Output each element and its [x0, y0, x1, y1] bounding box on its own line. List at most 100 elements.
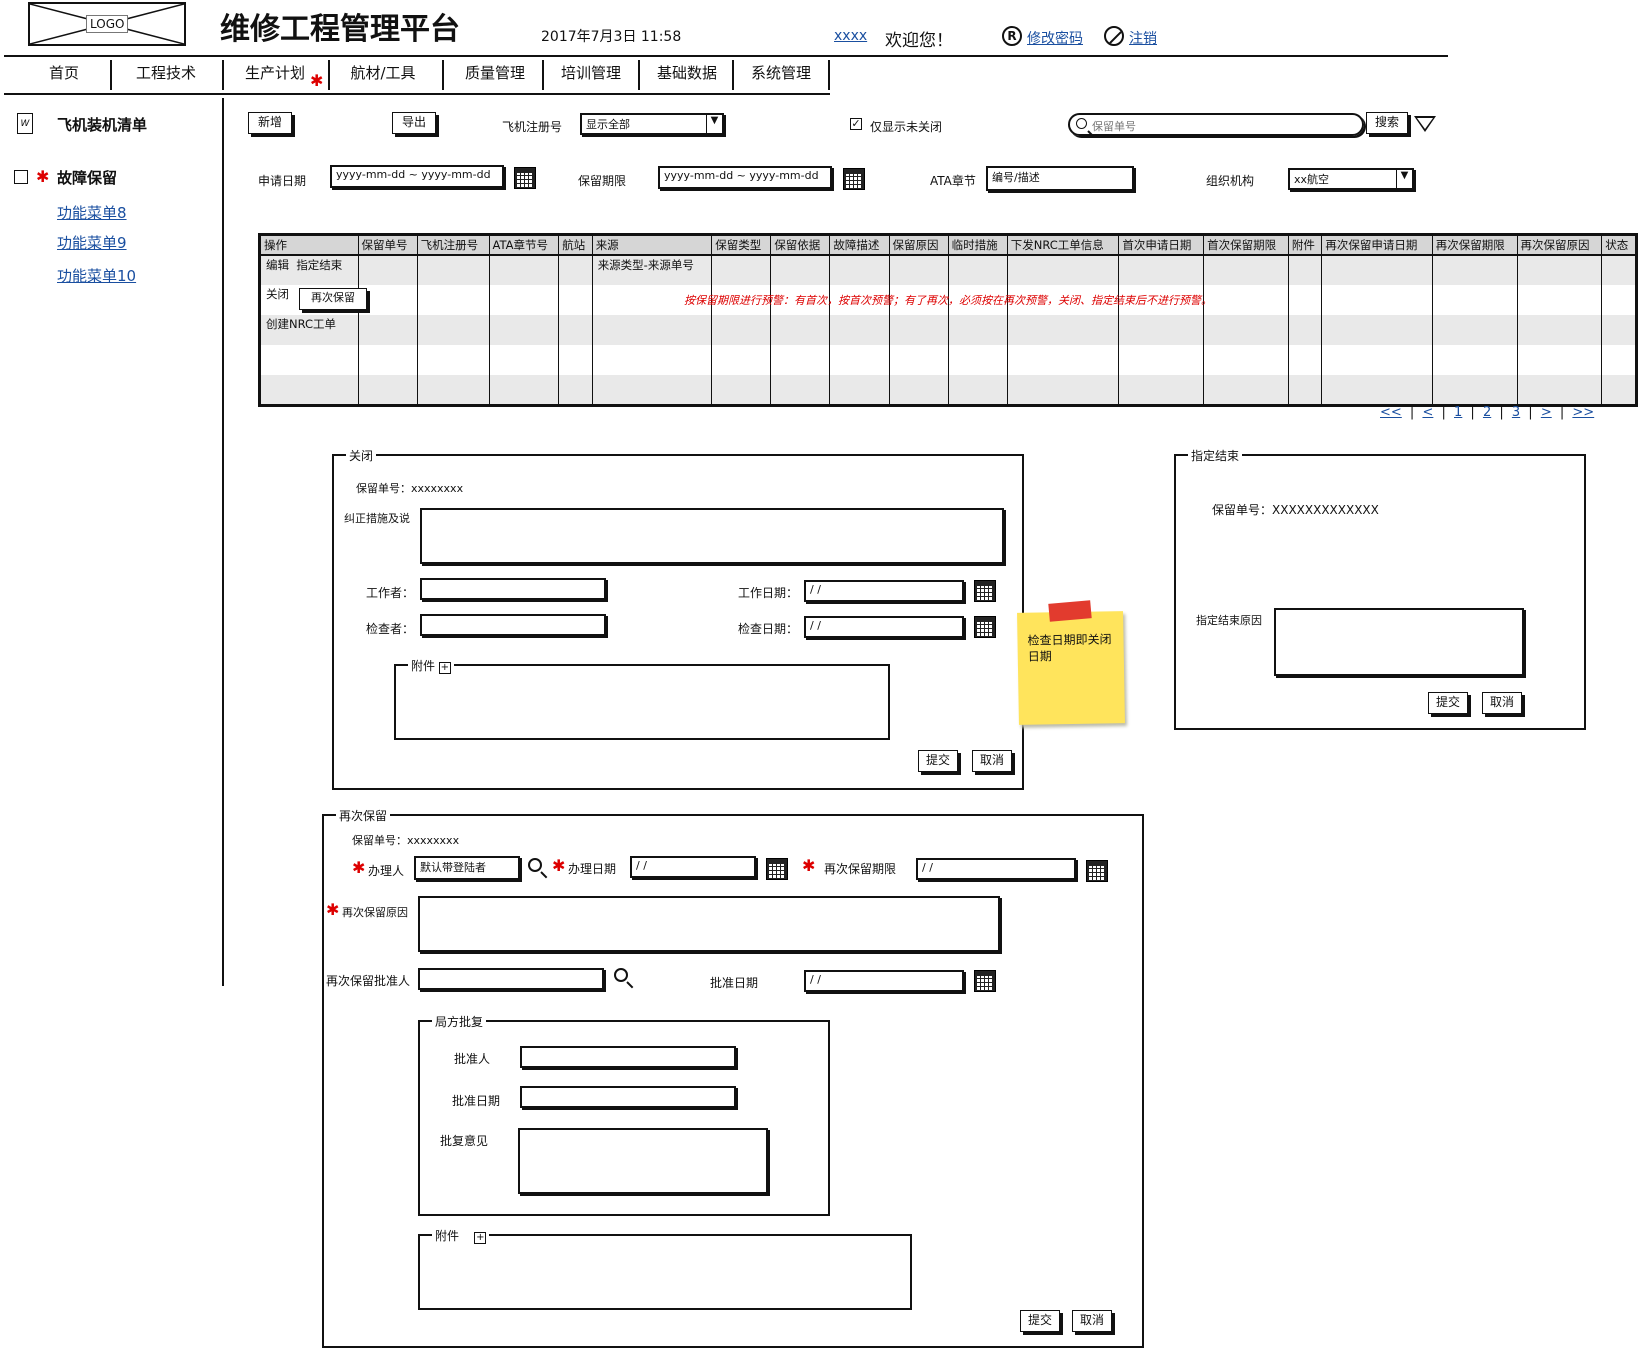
- corrective-label: 纠正措施及说: [344, 512, 410, 525]
- table-cell: [1203, 285, 1289, 315]
- reason-textarea[interactable]: [418, 896, 1000, 952]
- work-date-calendar-icon[interactable]: [974, 580, 996, 602]
- table-cell: [416, 345, 490, 375]
- table-cell: [1516, 375, 1603, 405]
- column-header: ATA章节号: [488, 234, 560, 256]
- page-link[interactable]: <<: [1380, 405, 1402, 420]
- apply-date-input[interactable]: yyyy-mm-dd ~ yyyy-mm-dd: [330, 165, 504, 188]
- table-cell: [1287, 375, 1323, 405]
- handler-input[interactable]: 默认带登陆者: [414, 856, 520, 880]
- add-attachment-icon[interactable]: +: [474, 1232, 487, 1244]
- search-input[interactable]: 保留单号: [1068, 113, 1364, 136]
- table-cell: [711, 255, 772, 285]
- apply-date-calendar-icon[interactable]: [514, 167, 536, 189]
- worker-input[interactable]: [420, 578, 606, 600]
- retain-form-title: 再次保留: [336, 807, 391, 824]
- page-link[interactable]: <: [1422, 405, 1433, 420]
- nav-materials[interactable]: 航材/工具: [338, 57, 428, 91]
- org-select[interactable]: xx航空 ▼: [1288, 168, 1414, 190]
- export-button[interactable]: 导出: [392, 112, 436, 134]
- retain-date-calendar-icon[interactable]: [843, 168, 865, 190]
- retain-submit-button[interactable]: 提交: [1020, 1310, 1060, 1332]
- handle-date-input[interactable]: / /: [630, 856, 756, 878]
- bureau-date-input[interactable]: [520, 1086, 736, 1108]
- only-open-checkbox[interactable]: ✓: [850, 118, 862, 130]
- add-attachment-icon[interactable]: +: [438, 662, 451, 674]
- table-cell: [1118, 315, 1205, 345]
- table-cell: [1118, 345, 1205, 375]
- nav-training[interactable]: 培训管理: [546, 57, 636, 91]
- end-reason-textarea[interactable]: [1274, 608, 1524, 676]
- inspector-input[interactable]: [420, 614, 606, 636]
- period-label: 再次保留期限: [824, 862, 897, 876]
- table-row: [259, 345, 1637, 375]
- close-submit-button[interactable]: 提交: [918, 750, 958, 772]
- corrective-textarea[interactable]: [420, 508, 1004, 564]
- sidebar-divider: [222, 98, 224, 986]
- column-header: 保留单号: [357, 234, 418, 256]
- table-cell: [711, 315, 772, 345]
- table-cell: [591, 345, 713, 375]
- period-calendar-icon[interactable]: [1086, 860, 1108, 882]
- bureau-opinion-textarea[interactable]: [518, 1128, 768, 1194]
- retain-again-button[interactable]: 再次保留: [299, 288, 367, 310]
- create-nrc-link[interactable]: 创建NRC工单: [266, 317, 336, 331]
- sidebar-subitem-menu9[interactable]: 功能菜单9: [57, 232, 127, 253]
- sidebar-item-fault-retain[interactable]: 故障保留: [57, 167, 117, 188]
- page-link[interactable]: 3: [1512, 405, 1520, 420]
- logout-link[interactable]: 注销: [1129, 28, 1157, 48]
- handler-search-icon[interactable]: [528, 858, 542, 872]
- chevron-down-icon: ▼: [1396, 170, 1412, 188]
- pagination-separator: |: [1495, 405, 1508, 420]
- page-link[interactable]: 2: [1483, 405, 1491, 420]
- close-cancel-button[interactable]: 取消: [972, 750, 1012, 772]
- nav-engineering[interactable]: 工程技术: [116, 57, 216, 91]
- sidebar-subitem-menu10[interactable]: 功能菜单10: [57, 265, 136, 286]
- reg-select[interactable]: 显示全部 ▼: [580, 113, 724, 135]
- header-datetime: 2017年7月3日 11:58: [541, 29, 682, 45]
- approve-date-input[interactable]: / /: [804, 970, 964, 992]
- nav-separator: [638, 60, 640, 90]
- nav-production[interactable]: 生产计划: [230, 57, 320, 91]
- approver-search-icon[interactable]: [614, 968, 628, 982]
- add-button[interactable]: 新增: [248, 112, 292, 134]
- table-cell: [416, 285, 490, 315]
- fault-retain-table: 操作 保留单号 飞机注册号 ATA章节号 航站 来源 保留类型 保留依据 故障描述 保留原因 临时措…: [258, 233, 1638, 407]
- user-link[interactable]: xxxx: [834, 28, 867, 44]
- page-link[interactable]: 1: [1454, 405, 1462, 420]
- specify-end-link[interactable]: 指定结束: [296, 258, 342, 272]
- table-cell: [416, 315, 490, 345]
- work-date-input[interactable]: / /: [804, 580, 964, 602]
- nav-basic-data[interactable]: 基础数据: [642, 57, 732, 91]
- nav-home[interactable]: 首页: [24, 57, 104, 91]
- inspect-date-input[interactable]: / /: [804, 616, 964, 638]
- approver-input[interactable]: [418, 968, 604, 990]
- search-button[interactable]: 搜索: [1366, 112, 1408, 134]
- bureau-approver-input[interactable]: [520, 1046, 736, 1068]
- end-cancel-button[interactable]: 取消: [1482, 692, 1522, 714]
- page-link[interactable]: >>: [1572, 405, 1594, 420]
- search-placeholder: 保留单号: [1092, 120, 1136, 133]
- retain-cancel-button[interactable]: 取消: [1072, 1310, 1112, 1332]
- table-cell: [488, 255, 560, 285]
- approve-date-calendar-icon[interactable]: [974, 970, 996, 992]
- filter-toggle-icon[interactable]: [1414, 116, 1436, 132]
- ata-input[interactable]: 编号/描述: [986, 166, 1134, 191]
- pagination-separator: |: [1466, 405, 1479, 420]
- edit-link[interactable]: 编辑: [266, 258, 289, 272]
- table-cell: [558, 345, 593, 375]
- page-link[interactable]: >: [1541, 405, 1552, 420]
- retain-date-input[interactable]: yyyy-mm-dd ~ yyyy-mm-dd: [658, 166, 832, 189]
- end-submit-button[interactable]: 提交: [1428, 692, 1468, 714]
- change-password-link[interactable]: 修改密码: [1027, 28, 1083, 48]
- handle-date-calendar-icon[interactable]: [766, 858, 788, 880]
- inspect-date-calendar-icon[interactable]: [974, 616, 996, 638]
- table-cell: [259, 375, 359, 405]
- table-cell: [1431, 375, 1518, 405]
- sidebar-item-aircraft-list[interactable]: 飞机装机清单: [57, 114, 147, 135]
- sidebar-subitem-menu8[interactable]: 功能菜单8: [57, 202, 127, 223]
- period-input[interactable]: / /: [916, 858, 1076, 880]
- close-link[interactable]: 关闭: [266, 287, 289, 301]
- nav-system[interactable]: 系统管理: [736, 57, 826, 91]
- nav-quality[interactable]: 质量管理: [450, 57, 540, 91]
